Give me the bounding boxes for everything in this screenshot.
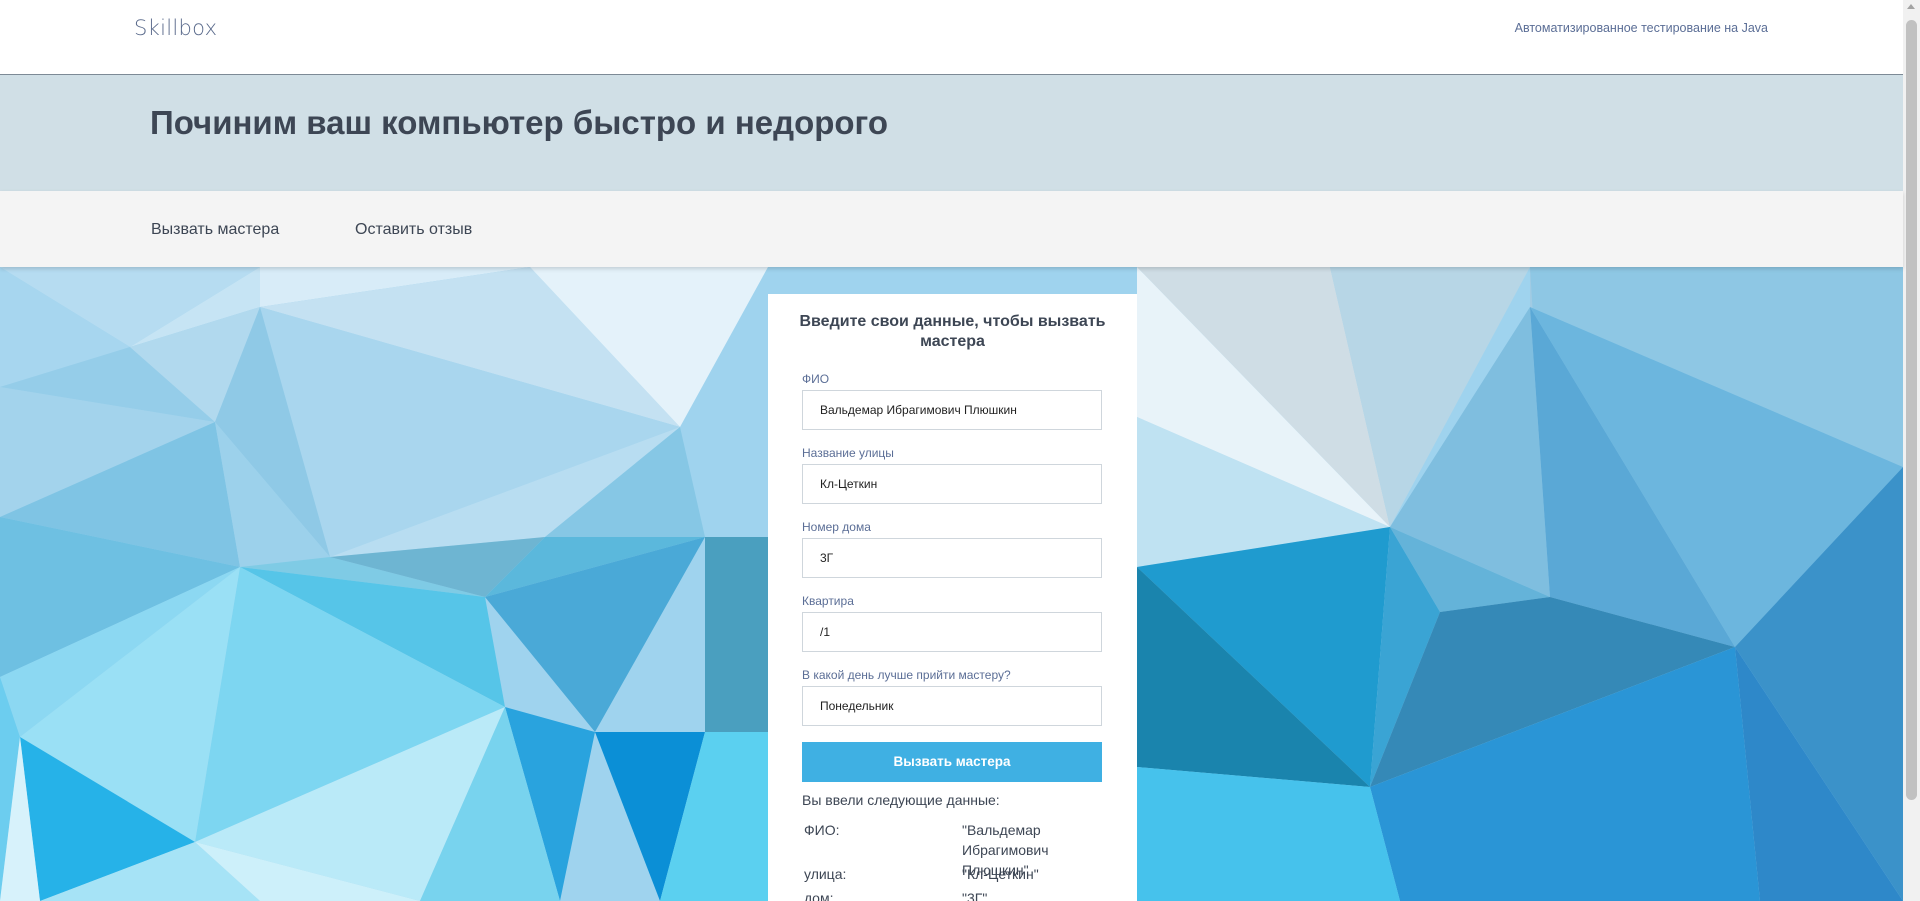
result-value-street: "Кл-Цеткин" — [962, 866, 1039, 882]
house-label: Номер дома — [802, 520, 871, 534]
skillbox-logo[interactable]: Skillbox — [134, 16, 217, 40]
scroll-up-icon[interactable] — [1907, 4, 1915, 9]
street-label: Название улицы — [802, 446, 894, 460]
hero-banner: Починим ваш компьютер быстро и недорого — [0, 75, 1903, 191]
main-nav: Вызвать мастера Оставить отзыв — [0, 191, 1903, 267]
street-input[interactable]: Кл-Цеткин — [802, 464, 1102, 504]
day-label: В какой день лучше прийти мастеру? — [802, 668, 1011, 682]
result-label-house: дом: — [804, 890, 834, 901]
scrollbar-thumb[interactable] — [1906, 20, 1917, 800]
result-value-house: "3Г" — [962, 890, 988, 901]
result-title: Вы ввели следующие данные: — [802, 792, 1000, 808]
result-label-fio: ФИО: — [804, 822, 840, 838]
nav-item-leave-review[interactable]: Оставить отзыв — [355, 221, 472, 239]
page-title: Починим ваш компьютер быстро и недорого — [150, 104, 889, 141]
course-link[interactable]: Автоматизированное тестирование на Java — [1515, 21, 1768, 35]
call-master-button[interactable]: Вызвать мастера — [802, 742, 1102, 782]
result-label-street: улица: — [804, 866, 847, 882]
call-master-form: Введите свои данные, чтобы вызвать масте… — [768, 294, 1137, 901]
form-title: Введите свои данные, чтобы вызвать масте… — [799, 313, 1106, 350]
day-input[interactable]: Понедельник — [802, 686, 1102, 726]
house-input[interactable]: 3Г — [802, 538, 1102, 578]
flat-input[interactable]: /1 — [802, 612, 1102, 652]
nav-item-call-master[interactable]: Вызвать мастера — [151, 221, 279, 239]
fio-label: ФИО — [802, 372, 830, 386]
top-bar: Skillbox Автоматизированное тестирование… — [0, 0, 1903, 75]
fio-input[interactable]: Вальдемар Ибрагимович Плюшкин — [802, 390, 1102, 430]
flat-label: Квартира — [802, 594, 854, 608]
page-scrollbar[interactable] — [1903, 0, 1920, 901]
